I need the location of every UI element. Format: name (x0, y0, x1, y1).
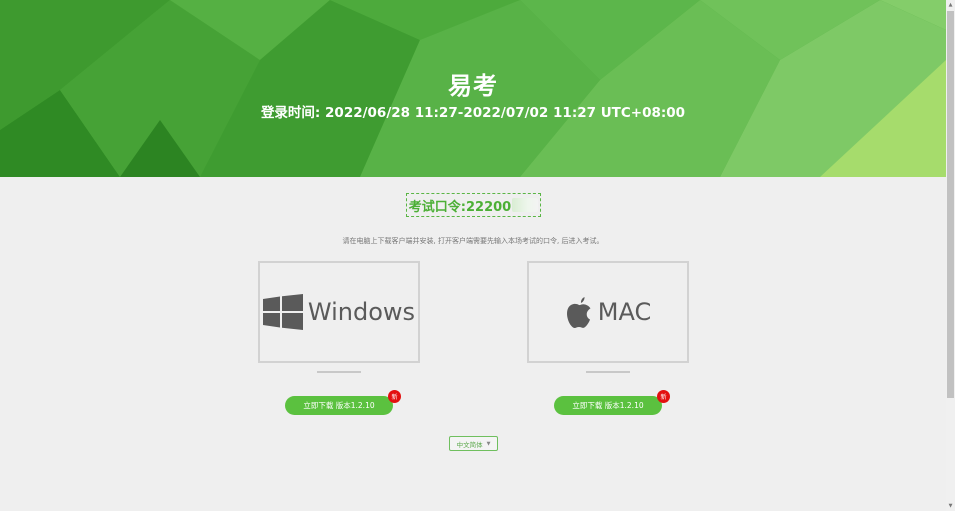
scrollbar[interactable]: ▲ ▼ (946, 0, 955, 511)
language-select[interactable]: 中文简体 ▼ (449, 436, 498, 451)
mac-card[interactable]: MAC (527, 261, 689, 363)
language-selected: 中文简体 (456, 440, 483, 449)
windows-label: Windows (307, 298, 416, 326)
scroll-up-icon[interactable]: ▲ (947, 1, 954, 9)
login-time: 登录时间: 2022/06/28 11:27-2022/07/02 11:27 … (260, 105, 686, 121)
header-banner: 易考 登录时间: 2022/06/28 11:27-2022/07/02 11:… (0, 0, 946, 177)
monitor-stand (586, 371, 630, 373)
exam-token: 考试口令:22200 (408, 199, 512, 215)
download-windows-button[interactable]: 立即下载 版本1.2.10 (285, 396, 393, 415)
caret-down-icon: ▼ (486, 440, 491, 447)
download-mac-button[interactable]: 立即下载 版本1.2.10 (554, 396, 662, 415)
monitor-stand (317, 371, 361, 373)
windows-card[interactable]: Windows (258, 261, 420, 363)
mac-label: MAC (597, 298, 652, 326)
token-redaction (512, 198, 539, 212)
new-badge: 新 (657, 390, 670, 403)
new-badge: 新 (388, 390, 401, 403)
instruction-text: 请在电脑上下载客户端并安装, 打开客户端需要先输入本场考试的口令, 后进入考试。 (342, 237, 604, 245)
windows-logo-icon (262, 294, 303, 330)
scroll-thumb[interactable] (947, 11, 954, 398)
apple-logo-icon (566, 297, 591, 328)
scroll-down-icon[interactable]: ▼ (947, 502, 954, 510)
page-title: 易考 (448, 72, 498, 100)
exam-token-box: 考试口令:22200 (406, 193, 541, 217)
